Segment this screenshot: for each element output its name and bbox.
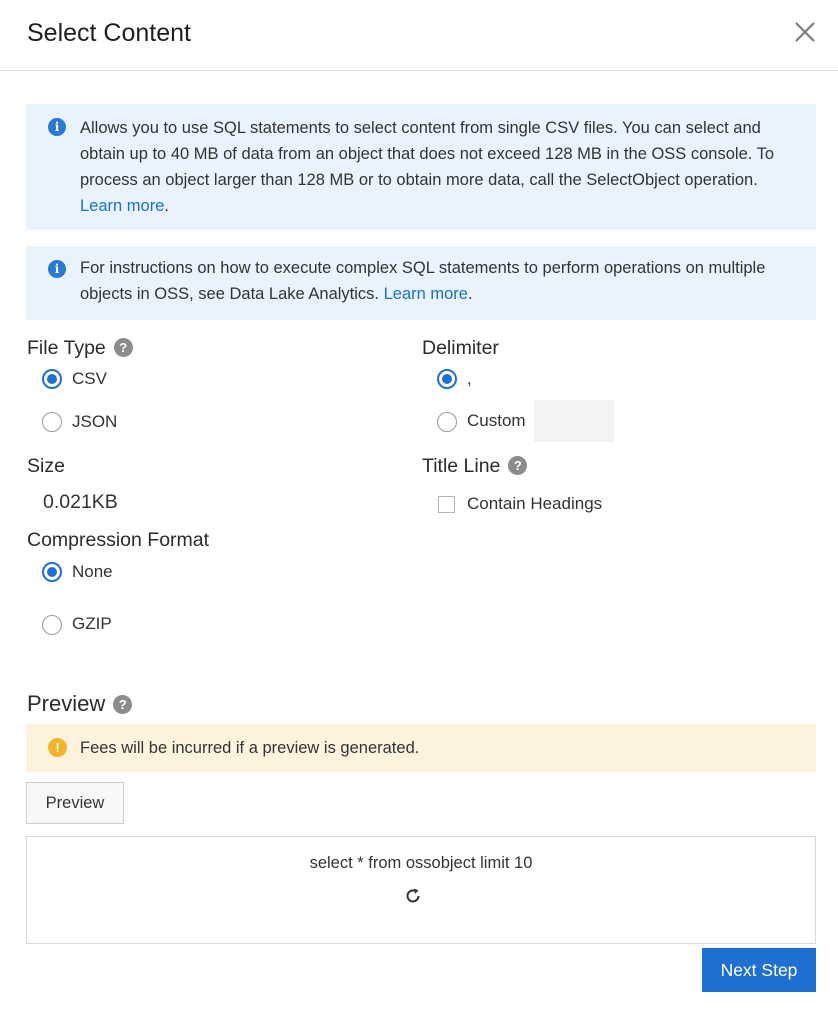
- delimiter-custom-radio[interactable]: [437, 412, 457, 432]
- compression-gzip-label: GZIP: [72, 614, 112, 633]
- close-icon[interactable]: [792, 19, 818, 45]
- contain-headings-checkbox[interactable]: [438, 496, 455, 513]
- file-type-json-label: JSON: [72, 412, 118, 431]
- info-icon: i: [48, 118, 66, 136]
- info-icon: i: [48, 260, 66, 278]
- warning-icon: !: [48, 738, 67, 757]
- compression-none-label: None: [72, 562, 113, 581]
- dialog-title: Select Content: [27, 19, 191, 47]
- sql-preview-box: select * from ossobject limit 10: [26, 836, 816, 944]
- refresh-icon[interactable]: [404, 887, 422, 905]
- fee-warning-text: Fees will be incurred if a preview is ge…: [80, 739, 420, 757]
- compression-none-radio[interactable]: [42, 562, 62, 582]
- info-notice-dla: i For instructions on how to execute com…: [26, 246, 816, 320]
- delimiter-label: Delimiter: [422, 337, 499, 359]
- info-notice-sql: i Allows you to use SQL statements to se…: [26, 104, 816, 230]
- size-label: Size: [27, 455, 65, 477]
- help-icon[interactable]: ?: [113, 338, 133, 358]
- file-type-label: File Type?: [27, 336, 133, 360]
- contain-headings-label: Contain Headings: [467, 494, 603, 513]
- delimiter-comma-label: ,: [467, 369, 472, 388]
- learn-more-link[interactable]: Learn more: [384, 285, 468, 303]
- compression-gzip-radio[interactable]: [42, 615, 62, 635]
- compression-format-label: Compression Format: [27, 529, 210, 551]
- file-type-csv-radio[interactable]: [42, 369, 62, 389]
- help-icon[interactable]: ?: [508, 456, 528, 476]
- preview-button[interactable]: Preview: [26, 782, 124, 824]
- file-type-csv-label: CSV: [72, 369, 107, 388]
- help-icon[interactable]: ?: [113, 694, 133, 714]
- dialog-header: Select Content: [0, 0, 838, 71]
- title-line-label: Title Line?: [422, 454, 528, 478]
- delimiter-comma-radio[interactable]: [437, 369, 457, 389]
- preview-section-label: Preview?: [27, 692, 133, 716]
- size-value: 0.021KB: [43, 491, 118, 513]
- delimiter-custom-label: Custom: [467, 411, 526, 430]
- fee-warning: ! Fees will be incurred if a preview is …: [26, 724, 816, 772]
- sql-statement: select * from ossobject limit 10: [309, 854, 533, 872]
- info-notice-text: Allows you to use SQL statements to sele…: [80, 119, 775, 215]
- info-notice-text: For instructions on how to execute compl…: [80, 259, 766, 303]
- next-step-button[interactable]: Next Step: [702, 948, 816, 992]
- custom-delimiter-input[interactable]: [534, 400, 614, 442]
- learn-more-link[interactable]: Learn more: [80, 197, 164, 215]
- file-type-json-radio[interactable]: [42, 412, 62, 432]
